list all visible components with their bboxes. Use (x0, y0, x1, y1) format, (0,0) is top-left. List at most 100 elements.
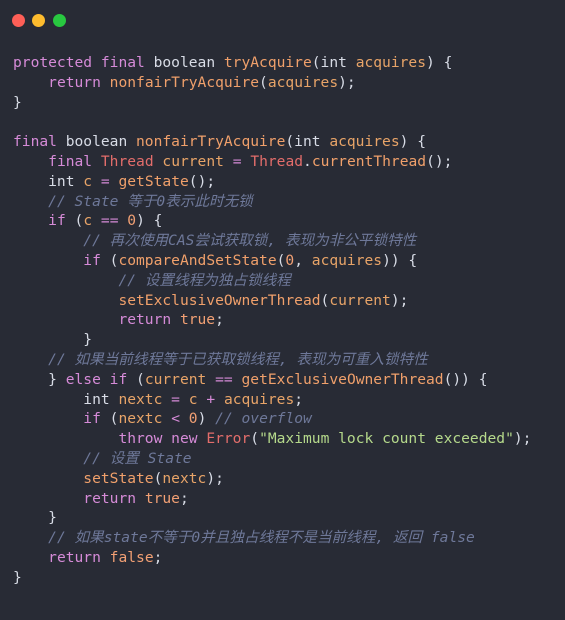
code-line: int nextc = c + acquires; (13, 390, 561, 410)
code-token: ; (294, 390, 304, 408)
code-token: // 设置 State (83, 449, 192, 467)
code-token: ( (100, 410, 119, 428)
code-token: boolean (144, 54, 224, 71)
code-token: (int (285, 133, 330, 151)
code-token: Error (206, 430, 251, 448)
minimize-button[interactable] (32, 14, 45, 27)
code-line: protected final boolean tryAcquire(int a… (13, 53, 561, 73)
code-token: "Maximum lock count exceeded" (259, 430, 514, 448)
code-token: current (329, 291, 391, 309)
code-line: } (13, 568, 561, 588)
code-token: } (13, 93, 22, 111)
code-line: return nonfairTryAcquire(acquires); (13, 73, 561, 93)
code-token: ( (259, 73, 268, 91)
code-token: ); (390, 291, 409, 309)
code-token: current (162, 152, 224, 170)
code-token: else (65, 370, 101, 388)
code-token: if (83, 410, 101, 428)
code-token: < (171, 410, 180, 428)
code-line: } else if (current == getExclusiveOwnerT… (13, 370, 561, 390)
code-token: ( (320, 291, 330, 309)
code-token: ); (206, 469, 224, 487)
code-line: // 设置线程为独占锁线程 (13, 271, 561, 291)
code-token: return (83, 489, 137, 507)
code-token: ); (338, 73, 356, 91)
code-token: c (83, 172, 93, 190)
code-line: } (13, 508, 561, 528)
code-token: current (144, 370, 207, 388)
code-token: // 设置线程为独占锁线程 (118, 271, 291, 289)
code-token: c (83, 212, 93, 230)
maximize-button[interactable] (53, 14, 66, 27)
code-token: (int (311, 54, 356, 71)
code-token: = (232, 152, 242, 170)
code-line: setExclusiveOwnerThread(current); (13, 291, 561, 311)
code-token: // State 等于0表示此时无锁 (48, 192, 253, 210)
code-line: // 再次使用CAS尝试获取锁, 表现为非公平锁特性 (13, 231, 561, 251)
code-token: getState (118, 172, 189, 190)
code-token: ( (65, 212, 84, 230)
code-line: final boolean nonfairTryAcquire(int acqu… (13, 132, 561, 152)
code-token: 0 (127, 212, 137, 230)
code-token: )) { (382, 251, 418, 269)
code-line: return false; (13, 548, 561, 568)
code-token: 0 (188, 410, 198, 428)
code-token: compareAndSetState (118, 251, 277, 269)
close-button[interactable] (12, 14, 25, 27)
code-token: acquires (329, 133, 400, 151)
code-token: // 再次使用CAS尝试获取锁, 表现为非公平锁特性 (83, 232, 417, 250)
code-token: } (13, 509, 57, 527)
code-token: = (100, 172, 110, 190)
code-token: boolean (56, 133, 137, 151)
code-token: setExclusiveOwnerThread (118, 291, 321, 309)
code-token: = (171, 390, 180, 408)
code-token: ) { (426, 54, 453, 71)
code-line: // 如果state不等于0并且独占线程不是当前线程, 返回 false (13, 528, 561, 548)
code-token: , (294, 251, 312, 269)
code-token: == (215, 370, 233, 388)
code-token: (); (426, 152, 453, 170)
code-token: Thread (250, 152, 304, 170)
code-token: int (13, 390, 119, 408)
code-token: return (118, 311, 172, 329)
code-line: setState(nextc); (13, 469, 561, 489)
code-token: ) { (136, 212, 163, 230)
code-line: // 如果当前线程等于已获取锁线程, 表现为可重入锁特性 (13, 350, 561, 370)
code-token: final (100, 54, 145, 71)
code-line: if (nextc < 0) // overflow (13, 409, 561, 429)
code-token: final (48, 152, 93, 170)
code-line: // 设置 State (13, 449, 561, 469)
code-token: // 如果当前线程等于已获取锁线程, 表现为可重入锁特性 (48, 350, 428, 368)
code-line: // State 等于0表示此时无锁 (13, 192, 561, 212)
code-token: return (48, 73, 101, 91)
code-token: ) (197, 410, 216, 428)
code-token: true (144, 489, 180, 507)
code-token: (); (188, 172, 216, 190)
code-token: // 如果state不等于0并且独占线程不是当前线程, 返回 false (48, 529, 475, 547)
code-token: 0 (285, 251, 295, 269)
code-token: protected (13, 54, 93, 71)
code-token: ); (513, 430, 532, 448)
code-token: nextc (162, 469, 207, 487)
code-token: acquires (311, 251, 383, 269)
code-token: + (206, 390, 216, 408)
